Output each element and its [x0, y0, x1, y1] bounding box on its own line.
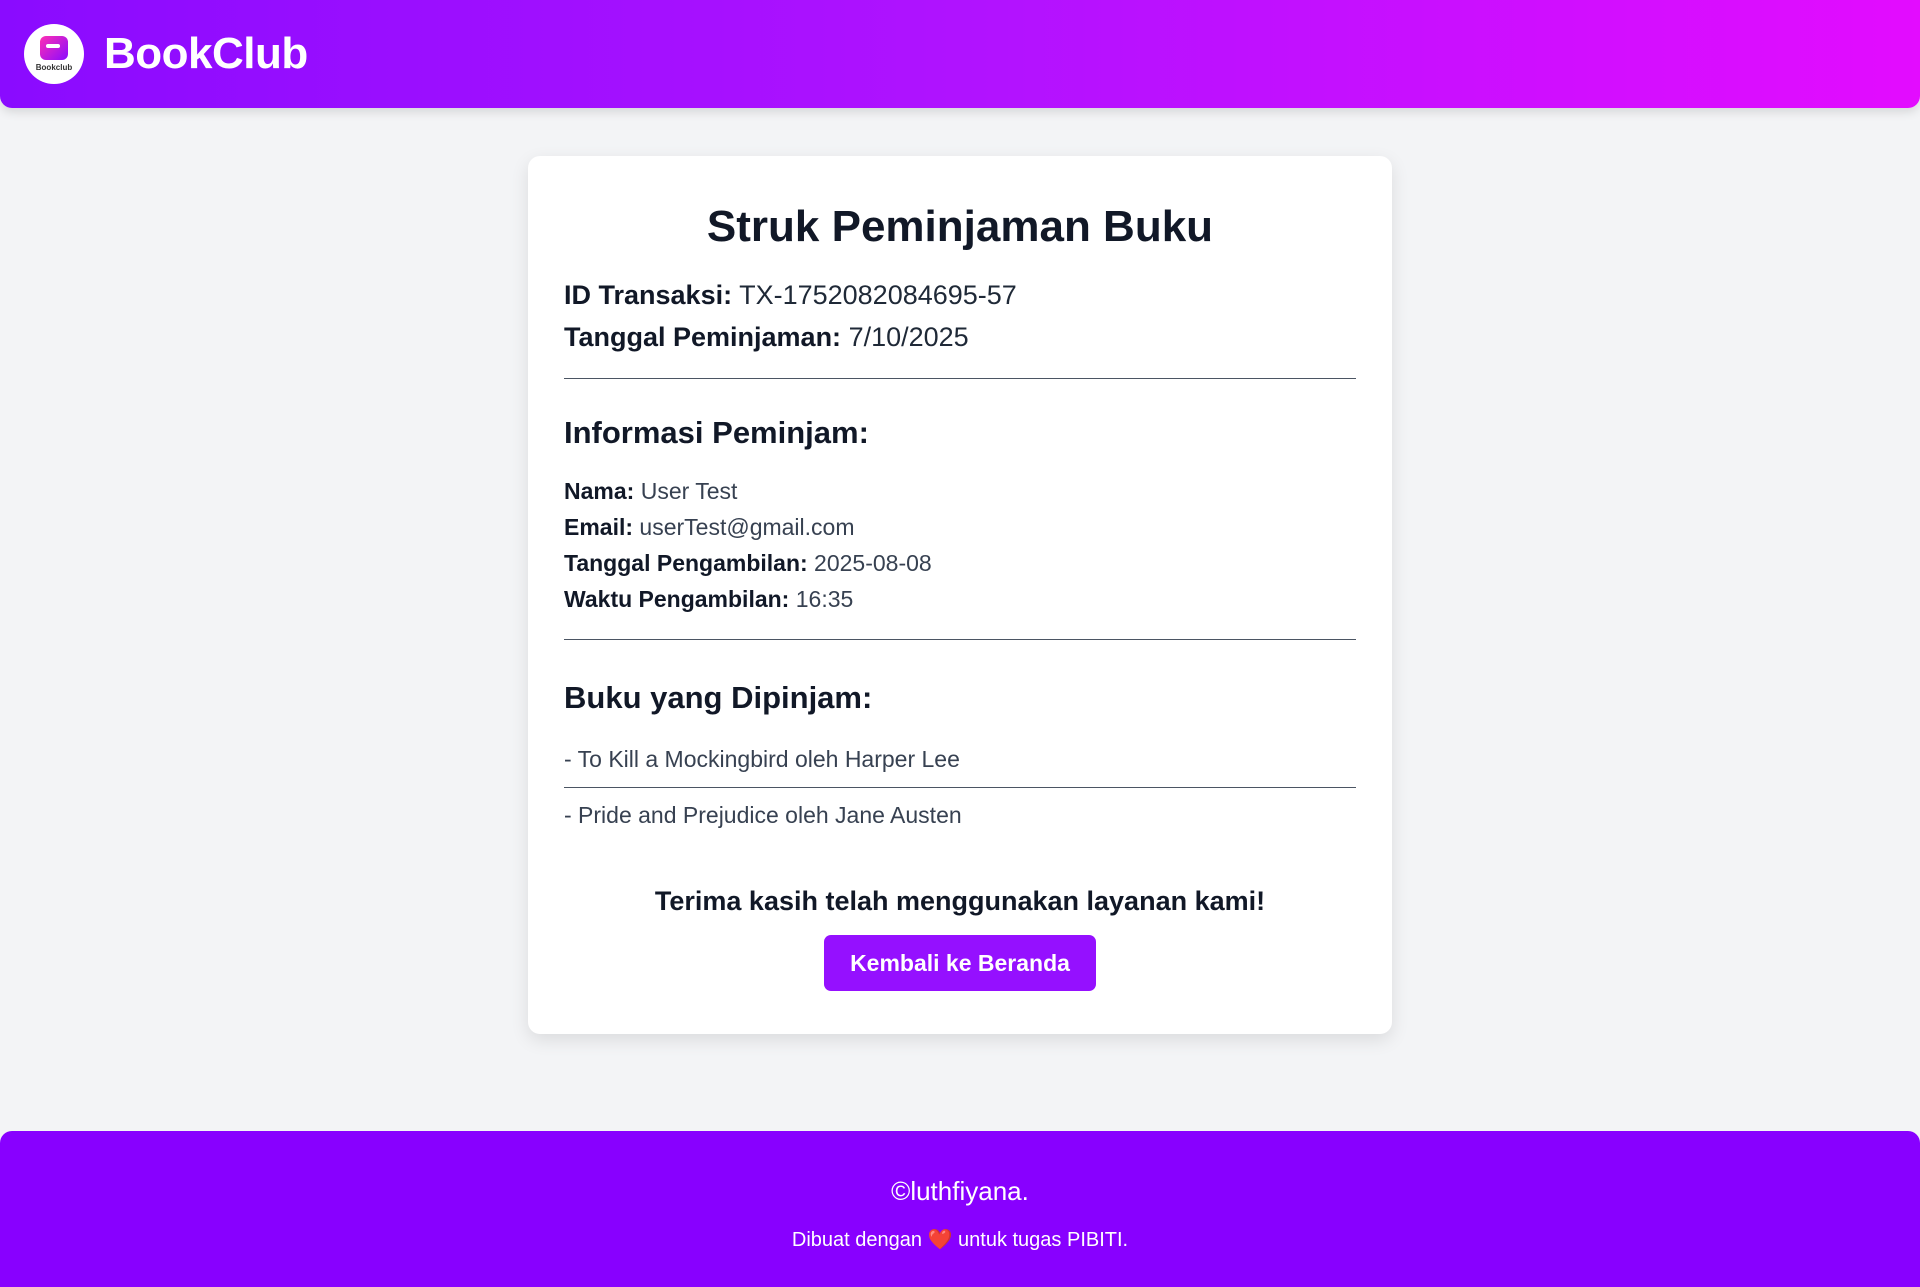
pickup-date-label: Tanggal Pengambilan:: [564, 550, 808, 576]
name-label: Nama:: [564, 478, 635, 504]
bookclub-logo[interactable]: Bookclub: [24, 24, 84, 84]
thank-you-message: Terima kasih telah menggunakan layanan k…: [654, 886, 1266, 916]
borrower-email-row: Email: userTest@gmail.com: [564, 509, 1356, 545]
transaction-id-label: ID Transaksi:: [564, 280, 733, 310]
made-with-love: Dibuat dengan ❤️ untuk tugas PIBITI.: [0, 1227, 1920, 1252]
loan-date-row: Tanggal Peminjaman: 7/10/2025: [564, 316, 1356, 358]
borrower-heading: Informasi Peminjam:: [564, 415, 869, 450]
transaction-id-row: ID Transaksi: TX-1752082084695-57: [564, 274, 1356, 316]
list-item: - To Kill a Mockingbird oleh Harper Lee: [564, 746, 960, 772]
pickup-time-row: Waktu Pengambilan: 16:35: [564, 581, 1356, 617]
pickup-date-value: 2025-08-08: [814, 550, 932, 576]
pickup-date-row: Tanggal Pengambilan: 2025-08-08: [564, 545, 1356, 581]
made-suffix: untuk tugas PIBITI.: [958, 1229, 1129, 1251]
made-prefix: Dibuat dengan: [791, 1229, 922, 1251]
book-icon: [40, 36, 68, 60]
back-to-home-button[interactable]: Kembali ke Beranda: [824, 935, 1096, 991]
app-header: Bookclub BookClub: [0, 0, 1920, 108]
divider: [564, 639, 1356, 640]
logo-text: Bookclub: [35, 63, 73, 72]
app-footer: ©luthfiyana. Dibuat dengan ❤️ untuk tuga…: [0, 1131, 1920, 1287]
email-value: userTest@gmail.com: [639, 514, 855, 540]
list-item: - Pride and Prejudice oleh Jane Austen: [564, 802, 962, 828]
heart-icon: ❤️: [927, 1229, 953, 1251]
divider: [564, 378, 1356, 379]
receipt-card: Struk Peminjaman Buku ID Transaksi: TX-1…: [528, 156, 1392, 1034]
pickup-time-value: 16:35: [795, 586, 854, 612]
copyright-text: ©luthfiyana.: [891, 1176, 1029, 1206]
transaction-id-value: TX-1752082084695-57: [739, 280, 1017, 310]
name-value: User Test: [640, 478, 738, 504]
email-label: Email:: [564, 514, 634, 540]
borrower-name-row: Nama: User Test: [564, 473, 1356, 509]
pickup-time-label: Waktu Pengambilan:: [564, 586, 790, 612]
loan-date-value: 7/10/2025: [848, 322, 969, 352]
loan-date-label: Tanggal Peminjaman:: [564, 322, 842, 352]
books-heading: Buku yang Dipinjam:: [564, 680, 873, 715]
receipt-title: Struk Peminjaman Buku: [706, 202, 1214, 251]
brand-name[interactable]: BookClub: [104, 29, 308, 79]
